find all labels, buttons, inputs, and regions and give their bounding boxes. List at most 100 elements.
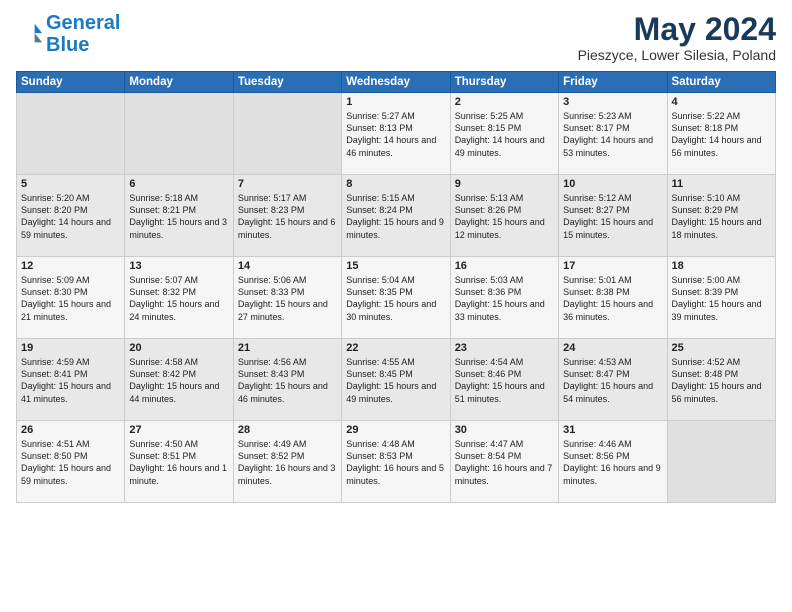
daylight-text: Daylight: 14 hours and 53 minutes. (563, 135, 653, 157)
day-number: 28 (238, 424, 337, 436)
table-row: 17 Sunrise: 5:01 AM Sunset: 8:38 PM Dayl… (559, 257, 667, 339)
header-friday: Friday (559, 72, 667, 93)
sunset-text: Sunset: 8:15 PM (455, 123, 522, 133)
table-row (667, 421, 775, 503)
header-saturday: Saturday (667, 72, 775, 93)
table-row (17, 93, 125, 175)
table-row: 5 Sunrise: 5:20 AM Sunset: 8:20 PM Dayli… (17, 175, 125, 257)
daylight-text: Daylight: 14 hours and 46 minutes. (346, 135, 436, 157)
sunrise-text: Sunrise: 4:46 AM (563, 439, 632, 449)
page: General Blue May 2024 Pieszyce, Lower Si… (0, 0, 792, 511)
table-row: 16 Sunrise: 5:03 AM Sunset: 8:36 PM Dayl… (450, 257, 558, 339)
daylight-text: Daylight: 15 hours and 33 minutes. (455, 299, 545, 321)
calendar-week-row: 5 Sunrise: 5:20 AM Sunset: 8:20 PM Dayli… (17, 175, 776, 257)
header-wednesday: Wednesday (342, 72, 450, 93)
day-info: Sunrise: 4:47 AM Sunset: 8:54 PM Dayligh… (455, 438, 554, 487)
day-info: Sunrise: 5:17 AM Sunset: 8:23 PM Dayligh… (238, 192, 337, 241)
sunset-text: Sunset: 8:51 PM (129, 451, 196, 461)
day-number: 27 (129, 424, 228, 436)
title-block: May 2024 Pieszyce, Lower Silesia, Poland (578, 12, 776, 63)
daylight-text: Daylight: 15 hours and 21 minutes. (21, 299, 111, 321)
sunrise-text: Sunrise: 5:01 AM (563, 275, 632, 285)
table-row: 9 Sunrise: 5:13 AM Sunset: 8:26 PM Dayli… (450, 175, 558, 257)
table-row: 27 Sunrise: 4:50 AM Sunset: 8:51 PM Dayl… (125, 421, 233, 503)
sunset-text: Sunset: 8:45 PM (346, 369, 413, 379)
daylight-text: Daylight: 16 hours and 1 minute. (129, 463, 227, 485)
sunset-text: Sunset: 8:47 PM (563, 369, 630, 379)
header-monday: Monday (125, 72, 233, 93)
sunset-text: Sunset: 8:54 PM (455, 451, 522, 461)
day-info: Sunrise: 4:59 AM Sunset: 8:41 PM Dayligh… (21, 356, 120, 405)
day-number: 24 (563, 342, 662, 354)
table-row: 10 Sunrise: 5:12 AM Sunset: 8:27 PM Dayl… (559, 175, 667, 257)
sunrise-text: Sunrise: 5:06 AM (238, 275, 307, 285)
sunset-text: Sunset: 8:13 PM (346, 123, 413, 133)
day-info: Sunrise: 5:22 AM Sunset: 8:18 PM Dayligh… (672, 110, 771, 159)
day-number: 21 (238, 342, 337, 354)
day-number: 18 (672, 260, 771, 272)
day-number: 16 (455, 260, 554, 272)
calendar-week-row: 12 Sunrise: 5:09 AM Sunset: 8:30 PM Dayl… (17, 257, 776, 339)
daylight-text: Daylight: 15 hours and 9 minutes. (346, 217, 444, 239)
day-number: 4 (672, 96, 771, 108)
day-number: 6 (129, 178, 228, 190)
day-info: Sunrise: 4:46 AM Sunset: 8:56 PM Dayligh… (563, 438, 662, 487)
day-info: Sunrise: 5:27 AM Sunset: 8:13 PM Dayligh… (346, 110, 445, 159)
sunrise-text: Sunrise: 5:22 AM (672, 111, 741, 121)
sunrise-text: Sunrise: 4:54 AM (455, 357, 524, 367)
daylight-text: Daylight: 15 hours and 36 minutes. (563, 299, 653, 321)
day-number: 12 (21, 260, 120, 272)
day-info: Sunrise: 5:06 AM Sunset: 8:33 PM Dayligh… (238, 274, 337, 323)
day-info: Sunrise: 5:00 AM Sunset: 8:39 PM Dayligh… (672, 274, 771, 323)
daylight-text: Daylight: 15 hours and 44 minutes. (129, 381, 219, 403)
daylight-text: Daylight: 15 hours and 56 minutes. (672, 381, 762, 403)
day-info: Sunrise: 4:52 AM Sunset: 8:48 PM Dayligh… (672, 356, 771, 405)
sunrise-text: Sunrise: 5:10 AM (672, 193, 741, 203)
sunset-text: Sunset: 8:24 PM (346, 205, 413, 215)
table-row: 21 Sunrise: 4:56 AM Sunset: 8:43 PM Dayl… (233, 339, 341, 421)
daylight-text: Daylight: 15 hours and 27 minutes. (238, 299, 328, 321)
sunset-text: Sunset: 8:42 PM (129, 369, 196, 379)
day-number: 23 (455, 342, 554, 354)
table-row: 18 Sunrise: 5:00 AM Sunset: 8:39 PM Dayl… (667, 257, 775, 339)
sunset-text: Sunset: 8:26 PM (455, 205, 522, 215)
header-tuesday: Tuesday (233, 72, 341, 93)
sunrise-text: Sunrise: 5:00 AM (672, 275, 741, 285)
day-number: 22 (346, 342, 445, 354)
calendar-header-row: Sunday Monday Tuesday Wednesday Thursday… (17, 72, 776, 93)
daylight-text: Daylight: 15 hours and 54 minutes. (563, 381, 653, 403)
sunrise-text: Sunrise: 5:18 AM (129, 193, 198, 203)
sunset-text: Sunset: 8:48 PM (672, 369, 739, 379)
day-info: Sunrise: 5:18 AM Sunset: 8:21 PM Dayligh… (129, 192, 228, 241)
sunset-text: Sunset: 8:27 PM (563, 205, 630, 215)
sunset-text: Sunset: 8:20 PM (21, 205, 88, 215)
sunrise-text: Sunrise: 4:51 AM (21, 439, 90, 449)
day-number: 20 (129, 342, 228, 354)
sunrise-text: Sunrise: 4:47 AM (455, 439, 524, 449)
sunrise-text: Sunrise: 5:04 AM (346, 275, 415, 285)
sunset-text: Sunset: 8:52 PM (238, 451, 305, 461)
table-row: 15 Sunrise: 5:04 AM Sunset: 8:35 PM Dayl… (342, 257, 450, 339)
sunrise-text: Sunrise: 5:23 AM (563, 111, 632, 121)
daylight-text: Daylight: 16 hours and 7 minutes. (455, 463, 553, 485)
sunrise-text: Sunrise: 5:25 AM (455, 111, 524, 121)
table-row: 2 Sunrise: 5:25 AM Sunset: 8:15 PM Dayli… (450, 93, 558, 175)
day-number: 2 (455, 96, 554, 108)
day-info: Sunrise: 5:12 AM Sunset: 8:27 PM Dayligh… (563, 192, 662, 241)
day-number: 31 (563, 424, 662, 436)
logo-text: General Blue (46, 12, 120, 56)
daylight-text: Daylight: 14 hours and 56 minutes. (672, 135, 762, 157)
sunrise-text: Sunrise: 4:50 AM (129, 439, 198, 449)
table-row: 8 Sunrise: 5:15 AM Sunset: 8:24 PM Dayli… (342, 175, 450, 257)
sunset-text: Sunset: 8:18 PM (672, 123, 739, 133)
table-row: 7 Sunrise: 5:17 AM Sunset: 8:23 PM Dayli… (233, 175, 341, 257)
day-info: Sunrise: 4:51 AM Sunset: 8:50 PM Dayligh… (21, 438, 120, 487)
table-row (125, 93, 233, 175)
day-number: 17 (563, 260, 662, 272)
table-row: 28 Sunrise: 4:49 AM Sunset: 8:52 PM Dayl… (233, 421, 341, 503)
daylight-text: Daylight: 14 hours and 59 minutes. (21, 217, 111, 239)
day-number: 3 (563, 96, 662, 108)
sunrise-text: Sunrise: 5:15 AM (346, 193, 415, 203)
day-number: 11 (672, 178, 771, 190)
header-thursday: Thursday (450, 72, 558, 93)
